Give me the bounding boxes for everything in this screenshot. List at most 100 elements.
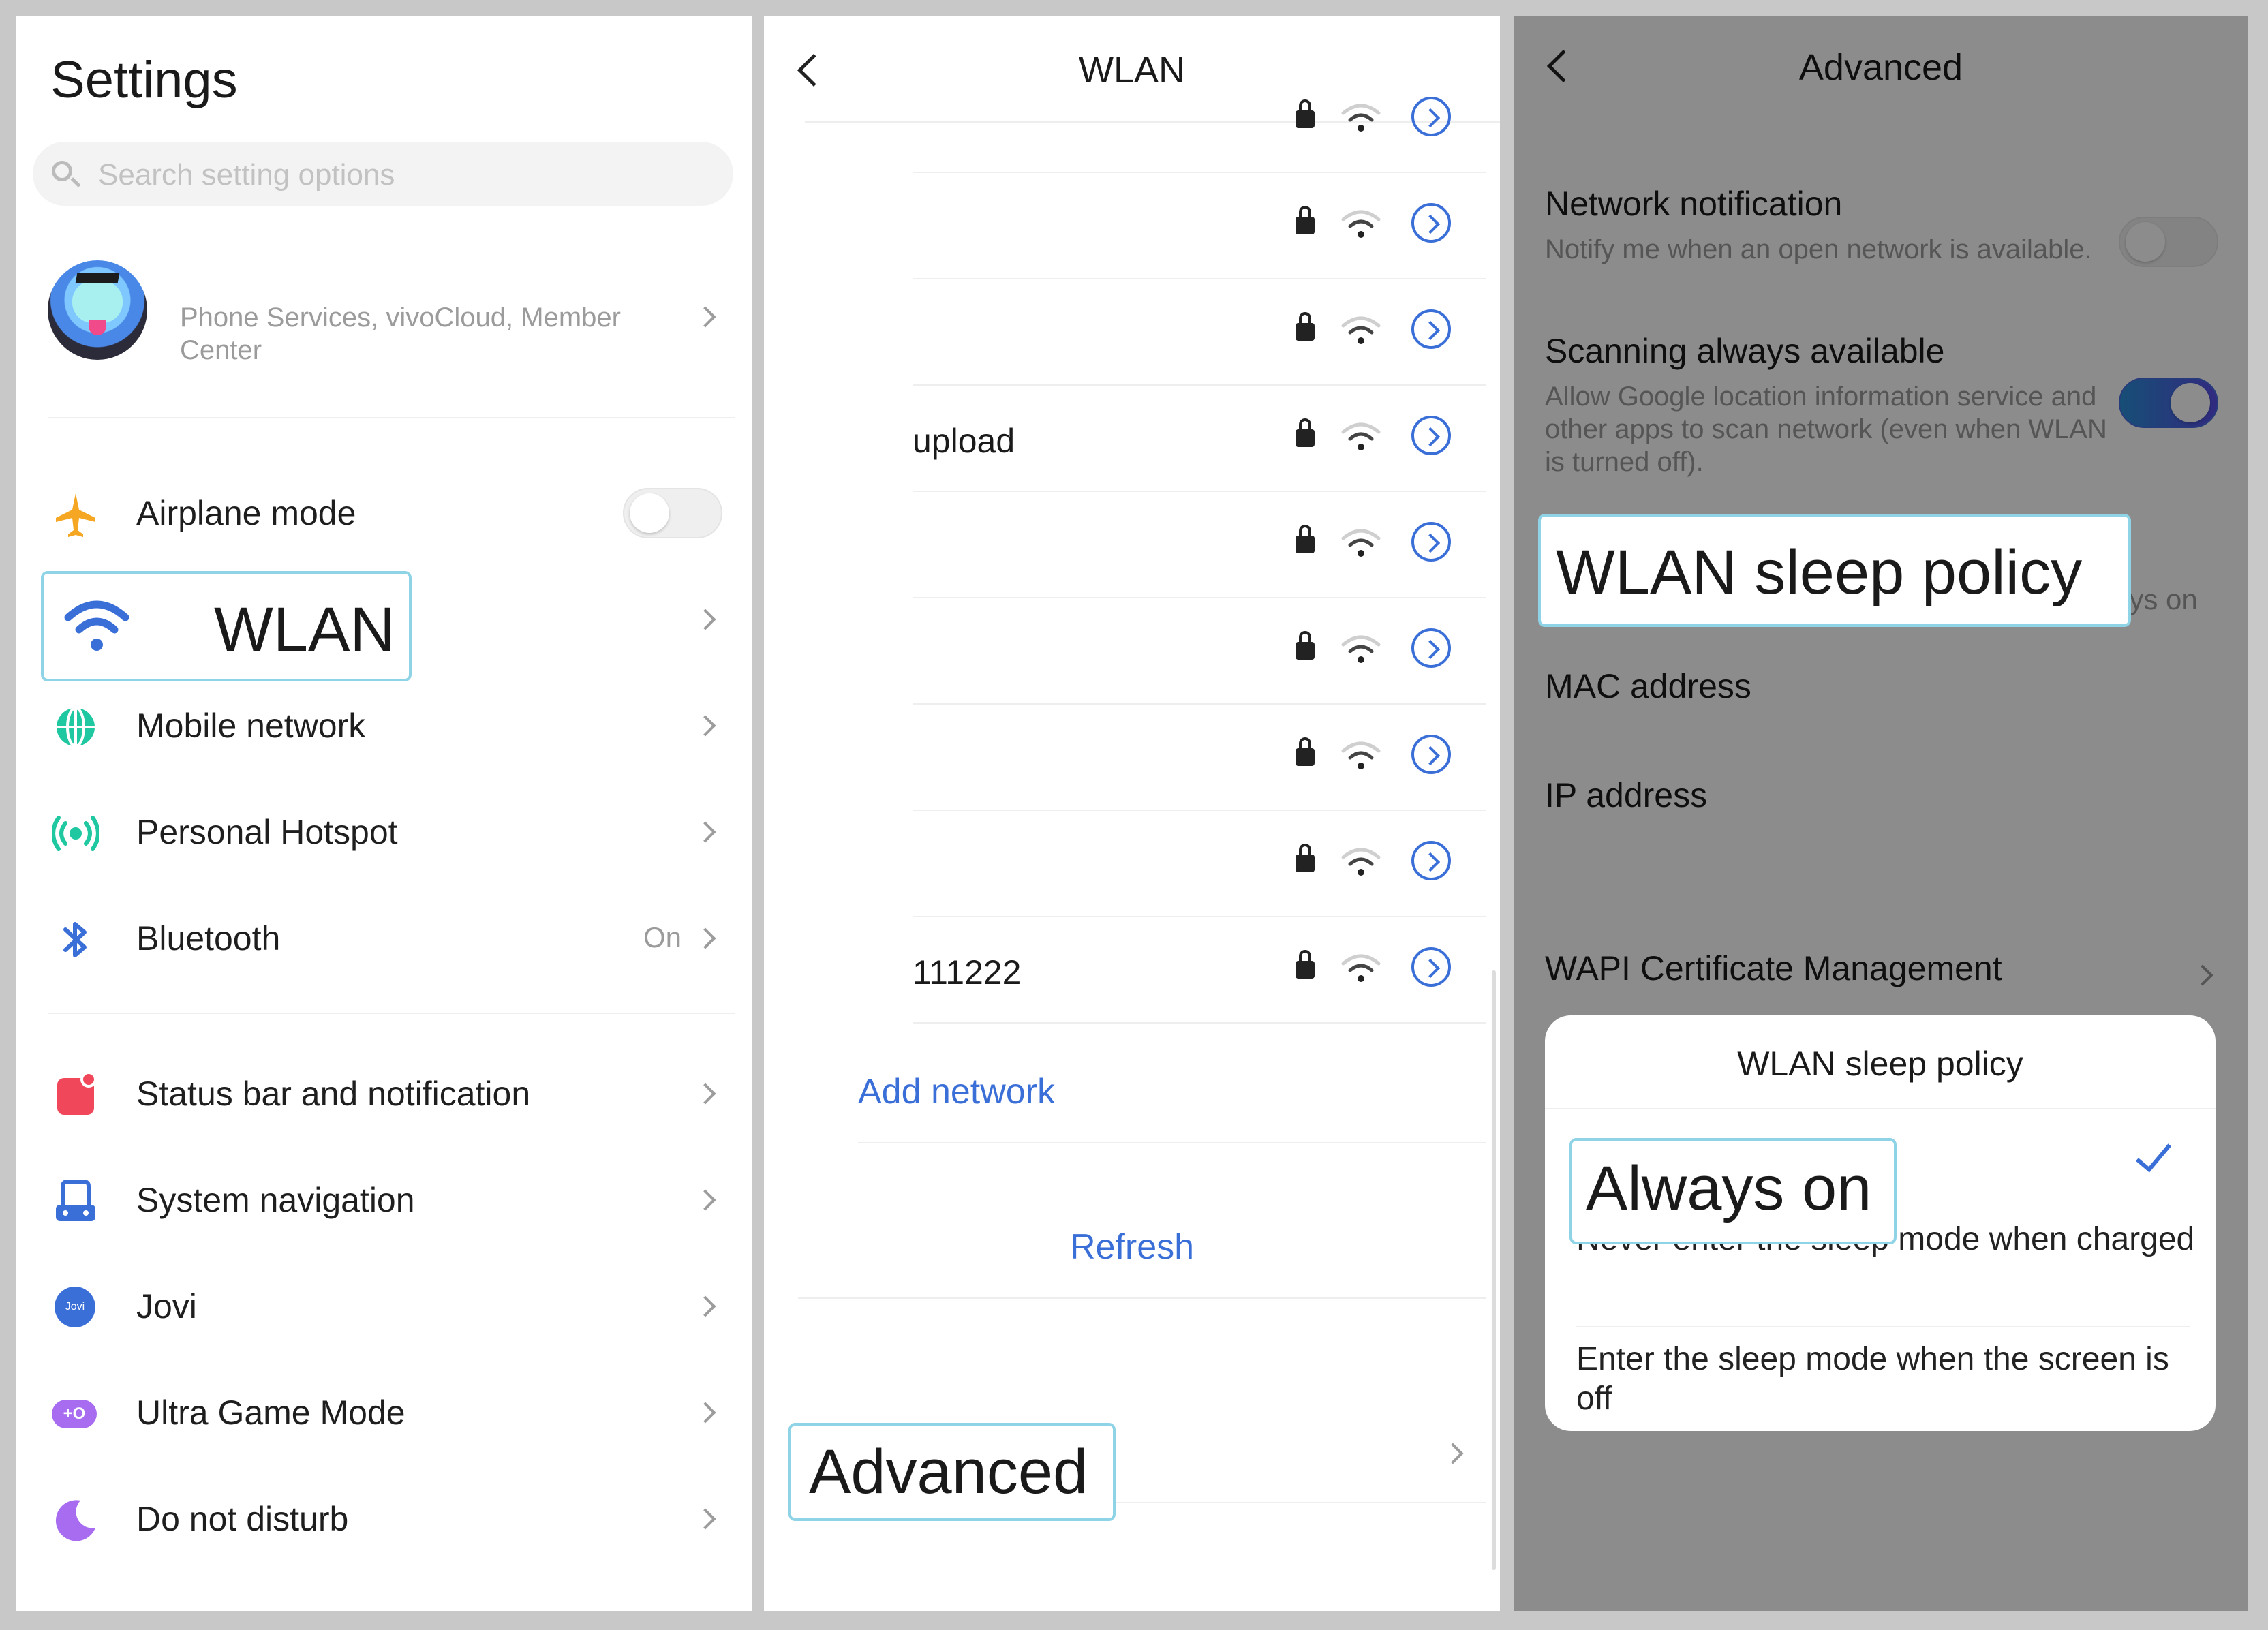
system-navigation-label: System navigation [136, 1181, 415, 1219]
advanced-panel: Advanced Network notification Notify me … [1514, 16, 2248, 1611]
dialog-title: WLAN sleep policy [1737, 1045, 2023, 1083]
status-bar-label: Status bar and notification [136, 1075, 531, 1113]
check-icon [2135, 1135, 2172, 1173]
network-row[interactable]: 111222 [764, 917, 1500, 1024]
chevron-right-icon [694, 927, 716, 949]
wifi-signal-icon [1341, 316, 1381, 344]
sidebar-item-personal-hotspot[interactable]: Personal Hotspot [16, 780, 752, 886]
network-row[interactable] [764, 67, 1500, 173]
scrollbar[interactable] [1492, 970, 1496, 1570]
do-not-disturb-label: Do not disturb [136, 1500, 349, 1538]
sidebar-item-jovi[interactable]: Jovi Jovi [16, 1254, 752, 1360]
wlan-highlight[interactable]: WLAN [41, 571, 412, 681]
sidebar-item-system-navigation[interactable]: System navigation [16, 1148, 752, 1254]
lock-icon [1296, 844, 1315, 872]
chevron-right-icon [1442, 1443, 1464, 1464]
personal-hotspot-label: Personal Hotspot [136, 813, 398, 851]
avatar[interactable] [48, 260, 147, 360]
network-details-icon[interactable] [1411, 203, 1451, 243]
chevron-right-icon [694, 1508, 716, 1530]
network-row[interactable] [764, 279, 1500, 386]
sidebar-item-do-not-disturb[interactable]: Do not disturb [16, 1466, 752, 1573]
airplane-mode-row[interactable]: Airplane mode [16, 461, 752, 567]
wifi-signal-icon [1341, 529, 1381, 557]
search-icon [52, 161, 72, 181]
search-placeholder: Search setting options [98, 158, 395, 191]
wifi-signal-icon [1341, 210, 1381, 238]
globe-icon [57, 707, 95, 748]
airplane-mode-label: Airplane mode [136, 494, 356, 532]
network-details-icon[interactable] [1411, 735, 1451, 774]
network-row[interactable] [764, 492, 1500, 598]
network-details-icon[interactable] [1411, 416, 1451, 455]
ultra-game-mode-label: Ultra Game Mode [136, 1394, 405, 1432]
network-name: 111222 [913, 953, 1022, 991]
network-row[interactable] [764, 811, 1500, 917]
chevron-right-icon [694, 1402, 716, 1424]
sleep-policy-dialog: WLAN sleep policy Never enter the sleep … [1545, 1015, 2216, 1431]
network-details-icon[interactable] [1411, 841, 1451, 880]
wifi-signal-icon [1341, 635, 1381, 663]
wlan-panel: WLAN upload 111222 Add network Refresh Ad… [764, 16, 1500, 1611]
lock-icon [1296, 99, 1315, 128]
chevron-right-icon [694, 609, 716, 630]
airplane-icon [56, 493, 95, 537]
wifi-signal-icon [1341, 104, 1381, 132]
add-network-button[interactable]: Add network [858, 1071, 1055, 1112]
lock-icon [1296, 312, 1315, 341]
sleep-policy-highlight[interactable]: WLAN sleep policy [1538, 514, 2131, 627]
wifi-signal-icon [1341, 422, 1381, 450]
network-row[interactable] [764, 173, 1500, 279]
always-on-highlight[interactable]: Always on [1569, 1138, 1897, 1244]
network-details-icon[interactable] [1411, 628, 1451, 668]
wlan-label: WLAN [214, 595, 395, 664]
wifi-signal-icon [1341, 741, 1381, 769]
bluetooth-icon [63, 922, 87, 957]
wifi-signal-icon [1341, 954, 1381, 982]
jovi-icon: Jovi [55, 1287, 95, 1327]
airplane-mode-toggle[interactable] [623, 488, 722, 538]
bluetooth-status: On [643, 921, 682, 953]
lock-icon [1296, 206, 1315, 234]
settings-panel: Settings Search setting options Phone Se… [16, 16, 752, 1611]
sidebar-item-ultra-game-mode[interactable]: +O Ultra Game Mode [16, 1360, 752, 1466]
chevron-right-icon [694, 306, 716, 328]
lock-icon [1296, 631, 1315, 660]
lock-icon [1296, 525, 1315, 553]
option-always-on-title: Always on [1586, 1154, 1872, 1223]
search-input[interactable]: Search setting options [33, 142, 733, 206]
network-row[interactable] [764, 598, 1500, 705]
sidebar-item-mobile-network[interactable]: Mobile network [16, 673, 752, 780]
sleep-policy-label: WLAN sleep policy [1556, 538, 2083, 607]
lock-icon [1296, 418, 1315, 447]
jovi-label: Jovi [136, 1287, 197, 1325]
network-details-icon[interactable] [1411, 309, 1451, 349]
moon-icon [55, 1500, 95, 1541]
network-details-icon[interactable] [1411, 947, 1451, 987]
advanced-button[interactable]: Advanced [788, 1423, 1116, 1521]
hotspot-icon [52, 816, 99, 851]
lock-icon [1296, 950, 1315, 979]
refresh-button[interactable]: Refresh [764, 1227, 1500, 1267]
sidebar-item-status-bar[interactable]: Status bar and notification [16, 1041, 752, 1148]
sidebar-item-bluetooth[interactable]: Bluetooth On [16, 886, 752, 992]
chevron-right-icon [694, 1295, 716, 1317]
network-row[interactable] [764, 705, 1500, 811]
bluetooth-label: Bluetooth [136, 919, 281, 957]
wifi-signal-icon [1341, 848, 1381, 876]
network-name: upload [913, 422, 1015, 460]
advanced-label: Advanced [809, 1437, 1088, 1507]
page-title: Settings [50, 51, 238, 109]
system-navigation-icon [56, 1180, 95, 1221]
network-details-icon[interactable] [1411, 522, 1451, 562]
network-row[interactable]: upload [764, 386, 1500, 492]
option-screen-off-subtitle: Enter the sleep mode when the screen is … [1576, 1341, 2169, 1417]
wifi-icon [64, 600, 129, 651]
account-subtitle[interactable]: Phone Services, vivoCloud, Member Center [180, 301, 657, 367]
option-screen-off[interactable]: Enter the sleep mode when the screen is … [1545, 1326, 2216, 1431]
mobile-network-label: Mobile network [136, 707, 366, 745]
chevron-right-icon [694, 1083, 716, 1105]
chevron-right-icon [694, 821, 716, 843]
lock-icon [1296, 737, 1315, 766]
network-details-icon[interactable] [1411, 97, 1451, 136]
